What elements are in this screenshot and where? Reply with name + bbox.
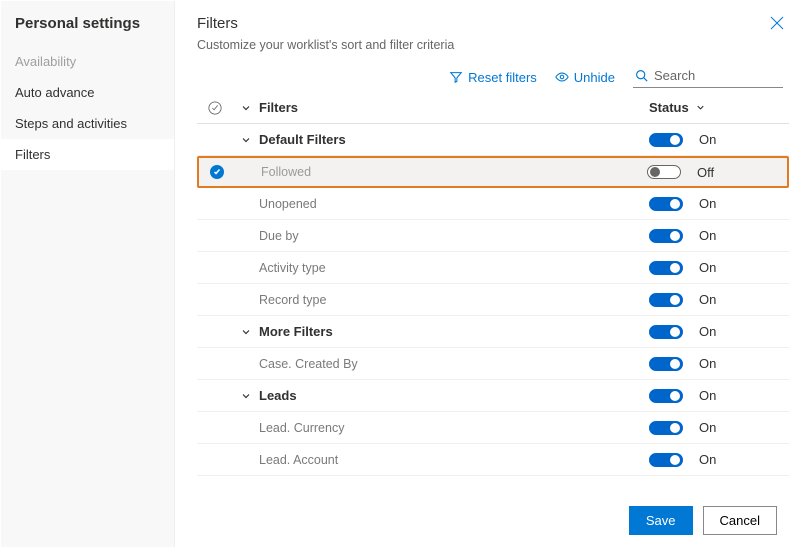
- sidebar-item-steps-and-activities[interactable]: Steps and activities: [1, 108, 174, 139]
- status-toggle[interactable]: [649, 453, 683, 467]
- sidebar-item-auto-advance[interactable]: Auto advance: [1, 77, 174, 108]
- status-label: On: [699, 324, 716, 339]
- row-status: On: [649, 292, 789, 307]
- status-label: On: [699, 292, 716, 307]
- table-row[interactable]: Unopened On: [197, 188, 789, 220]
- select-all-checkbox[interactable]: [197, 101, 233, 115]
- sidebar-item-availability: Availability: [1, 46, 174, 77]
- page-subtitle: Customize your worklist's sort and filte…: [197, 38, 789, 52]
- row-status: On: [649, 388, 789, 403]
- eye-icon: [555, 70, 569, 84]
- status-toggle[interactable]: [649, 293, 683, 307]
- table-row[interactable]: Followed Off: [197, 156, 789, 188]
- table-row[interactable]: Due by On: [197, 220, 789, 252]
- status-label: On: [699, 196, 716, 211]
- column-header-filters[interactable]: Filters: [259, 100, 649, 115]
- row-status: On: [649, 196, 789, 211]
- row-label: Case. Created By: [259, 357, 649, 371]
- cancel-button[interactable]: Cancel: [703, 506, 777, 535]
- search-icon: [635, 69, 648, 82]
- status-label: On: [699, 228, 716, 243]
- page-title: Filters: [197, 15, 789, 32]
- status-toggle[interactable]: [649, 325, 683, 339]
- toolbar: Reset filters Unhide Search: [197, 60, 789, 92]
- filter-reset-icon: [449, 70, 463, 84]
- row-status: On: [649, 260, 789, 275]
- footer: Save Cancel: [197, 494, 789, 547]
- table-row[interactable]: Leads On: [197, 380, 789, 412]
- sidebar: Personal settings AvailabilityAuto advan…: [1, 1, 175, 547]
- status-label: On: [699, 356, 716, 371]
- unhide-button[interactable]: Unhide: [555, 70, 615, 85]
- row-status: Off: [647, 165, 787, 180]
- search-input[interactable]: Search: [633, 66, 783, 88]
- table-row[interactable]: More Filters On: [197, 316, 789, 348]
- status-label: On: [699, 420, 716, 435]
- status-toggle[interactable]: [649, 421, 683, 435]
- table-row[interactable]: Record type On: [197, 284, 789, 316]
- row-status: On: [649, 324, 789, 339]
- status-label: Off: [697, 165, 714, 180]
- close-icon[interactable]: [769, 15, 785, 34]
- table-row[interactable]: Default Filters On: [197, 124, 789, 156]
- status-toggle[interactable]: [649, 261, 683, 275]
- row-label: More Filters: [259, 324, 649, 339]
- save-button[interactable]: Save: [629, 506, 693, 535]
- status-label: On: [699, 132, 716, 147]
- status-label: On: [699, 388, 716, 403]
- row-label: Unopened: [259, 197, 649, 211]
- sidebar-item-filters[interactable]: Filters: [1, 139, 174, 170]
- row-label: Activity type: [259, 261, 649, 275]
- collapse-all-icon[interactable]: [233, 102, 259, 114]
- reset-filters-button[interactable]: Reset filters: [449, 70, 537, 85]
- row-label: Default Filters: [259, 132, 649, 147]
- chevron-down-icon: [695, 102, 706, 113]
- sidebar-title: Personal settings: [1, 15, 174, 46]
- row-label: Followed: [261, 165, 647, 179]
- status-toggle[interactable]: [649, 197, 683, 211]
- row-status: On: [649, 452, 789, 467]
- table-row[interactable]: Activity type On: [197, 252, 789, 284]
- status-toggle[interactable]: [649, 357, 683, 371]
- status-label: On: [699, 260, 716, 275]
- table-row[interactable]: Case. Created By On: [197, 348, 789, 380]
- row-label: Record type: [259, 293, 649, 307]
- table-header: Filters Status: [197, 92, 789, 124]
- table-row[interactable]: Lead. Account On: [197, 444, 789, 476]
- row-label: Lead. Currency: [259, 421, 649, 435]
- status-toggle[interactable]: [649, 229, 683, 243]
- status-toggle[interactable]: [649, 133, 683, 147]
- expand-icon[interactable]: [233, 326, 259, 338]
- row-status: On: [649, 420, 789, 435]
- row-status: On: [649, 228, 789, 243]
- status-toggle[interactable]: [647, 165, 681, 179]
- row-label: Due by: [259, 229, 649, 243]
- expand-icon[interactable]: [233, 390, 259, 402]
- row-label: Leads: [259, 388, 649, 403]
- filters-table: Filters Status Default Filters On Followed…: [197, 92, 789, 494]
- row-status: On: [649, 356, 789, 371]
- status-label: On: [699, 452, 716, 467]
- expand-icon[interactable]: [233, 134, 259, 146]
- main-panel: Filters Customize your worklist's sort a…: [175, 1, 799, 547]
- column-header-status[interactable]: Status: [649, 100, 789, 115]
- row-checkbox[interactable]: [199, 165, 235, 179]
- table-row[interactable]: Lead. Currency On: [197, 412, 789, 444]
- row-status: On: [649, 132, 789, 147]
- row-label: Lead. Account: [259, 453, 649, 467]
- status-toggle[interactable]: [649, 389, 683, 403]
